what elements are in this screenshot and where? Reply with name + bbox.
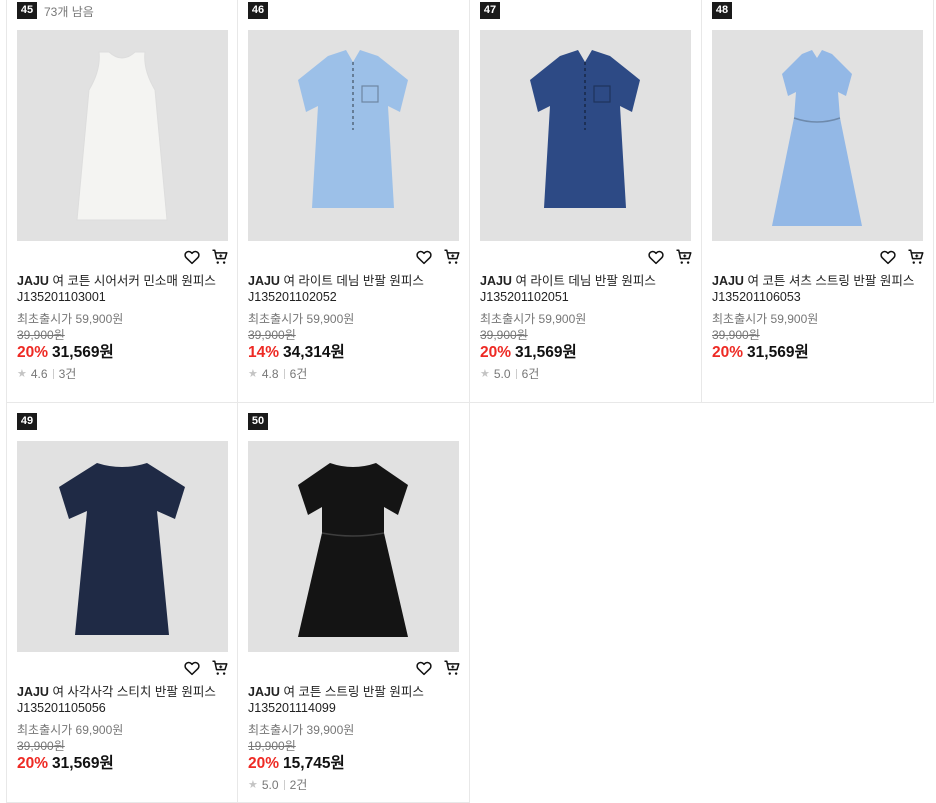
star-icon: ★ — [480, 368, 490, 380]
brand-name: JAJU — [248, 274, 280, 288]
heart-icon[interactable] — [183, 659, 201, 677]
rank-badge: 50 — [248, 413, 268, 430]
product-title[interactable]: JAJU 여 코튼 시어서커 민소매 원피스 J135201103001 — [17, 273, 225, 305]
sale-price: 20% 31,569원 — [480, 340, 577, 362]
cart-icon[interactable] — [675, 248, 693, 266]
cart-icon[interactable] — [211, 659, 229, 677]
product-title[interactable]: JAJU 여 라이트 데님 반팔 원피스 J135201102052 — [248, 273, 456, 305]
cart-icon[interactable] — [443, 248, 461, 266]
rating: ★ 4.6 3건 — [17, 365, 76, 382]
rating-value: 4.8 — [261, 366, 279, 381]
final-price: 31,569원 — [52, 344, 114, 361]
divider — [515, 368, 517, 379]
product-title[interactable]: JAJU 여 코튼 스트링 반팔 원피스 J135201114099 — [248, 684, 456, 716]
brand-name: JAJU — [17, 274, 49, 288]
product-title[interactable]: JAJU 여 라이트 데님 반팔 원피스 J135201102051 — [480, 273, 688, 305]
product-image[interactable] — [248, 441, 459, 652]
product-image[interactable] — [480, 30, 691, 241]
star-icon: ★ — [248, 368, 258, 380]
final-price: 31,569원 — [747, 344, 809, 361]
release-price: 최초출시가 39,900원 — [248, 723, 355, 737]
discount-rate: 20% — [712, 344, 744, 361]
heart-icon[interactable] — [415, 659, 433, 677]
release-price: 최초출시가 59,900원 — [712, 312, 819, 326]
review-count: 2건 — [289, 778, 308, 792]
discount-rate: 20% — [480, 344, 512, 361]
star-icon: ★ — [17, 368, 27, 380]
release-price: 최초출시가 59,900원 — [248, 312, 355, 326]
product-image[interactable] — [712, 30, 923, 241]
product-card[interactable]: 47 JAJU 여 라이트 데님 반팔 원피스 J135201102051 최초… — [470, 0, 702, 403]
release-price: 최초출시가 59,900원 — [480, 312, 587, 326]
rating: ★ 5.0 6건 — [480, 365, 539, 382]
discount-rate: 20% — [248, 755, 280, 772]
rating-value: 5.0 — [493, 366, 511, 381]
product-card[interactable]: 45 73개 남음 JAJU 여 코튼 시어서커 민소매 원피스 J135201… — [6, 0, 238, 403]
rank-badge: 48 — [712, 2, 732, 19]
final-price: 31,569원 — [515, 344, 577, 361]
product-image[interactable] — [17, 30, 228, 241]
review-count: 6건 — [289, 367, 308, 381]
product-image[interactable] — [248, 30, 459, 241]
rating-value: 5.0 — [261, 777, 279, 792]
rank-badge: 47 — [480, 2, 500, 19]
discount-rate: 20% — [17, 755, 49, 772]
final-price: 15,745원 — [283, 755, 345, 772]
heart-icon[interactable] — [647, 248, 665, 266]
rank-badge: 49 — [17, 413, 37, 430]
product-grid: 45 73개 남음 JAJU 여 코튼 시어서커 민소매 원피스 J135201… — [0, 0, 936, 803]
product-card[interactable]: 46 JAJU 여 라이트 데님 반팔 원피스 J135201102052 최초… — [238, 0, 470, 403]
product-image[interactable] — [17, 441, 228, 652]
heart-icon[interactable] — [183, 248, 201, 266]
cart-icon[interactable] — [211, 248, 229, 266]
cart-icon[interactable] — [907, 248, 925, 266]
product-card[interactable]: 49 JAJU 여 사각사각 스티치 반팔 원피스 J135201105056 … — [6, 403, 238, 803]
stock-remaining-label: 73개 남음 — [44, 5, 94, 19]
divider — [283, 368, 285, 379]
product-title[interactable]: JAJU 여 코튼 셔츠 스트링 반팔 원피스 J135201106053 — [712, 273, 920, 305]
divider — [52, 368, 54, 379]
rating: ★ 4.8 6건 — [248, 365, 307, 382]
product-card[interactable]: 50 JAJU 여 코튼 스트링 반팔 원피스 J135201114099 최초… — [238, 403, 470, 803]
rank-badge: 46 — [248, 2, 268, 19]
divider — [283, 779, 285, 790]
rank-badge: 45 — [17, 2, 37, 19]
product-title[interactable]: JAJU 여 사각사각 스티치 반팔 원피스 J135201105056 — [17, 684, 225, 716]
star-icon: ★ — [248, 779, 258, 791]
final-price: 34,314원 — [283, 344, 345, 361]
release-price: 최초출시가 69,900원 — [17, 723, 124, 737]
sale-price: 20% 31,569원 — [17, 340, 114, 362]
final-price: 31,569원 — [52, 755, 114, 772]
brand-name: JAJU — [17, 685, 49, 699]
sale-price: 14% 34,314원 — [248, 340, 345, 362]
cart-icon[interactable] — [443, 659, 461, 677]
discount-rate: 20% — [17, 344, 49, 361]
discount-rate: 14% — [248, 344, 280, 361]
sale-price: 20% 15,745원 — [248, 751, 345, 773]
heart-icon[interactable] — [879, 248, 897, 266]
sale-price: 20% 31,569원 — [712, 340, 809, 362]
heart-icon[interactable] — [415, 248, 433, 266]
brand-name: JAJU — [712, 274, 744, 288]
review-count: 6건 — [521, 367, 540, 381]
review-count: 3건 — [58, 367, 77, 381]
rating: ★ 5.0 2건 — [248, 776, 307, 793]
brand-name: JAJU — [248, 685, 280, 699]
release-price: 최초출시가 59,900원 — [17, 312, 124, 326]
brand-name: JAJU — [480, 274, 512, 288]
sale-price: 20% 31,569원 — [17, 751, 114, 773]
product-card[interactable]: 48 JAJU 여 코튼 셔츠 스트링 반팔 원피스 J135201106053… — [702, 0, 934, 403]
rating-value: 4.6 — [30, 366, 48, 381]
